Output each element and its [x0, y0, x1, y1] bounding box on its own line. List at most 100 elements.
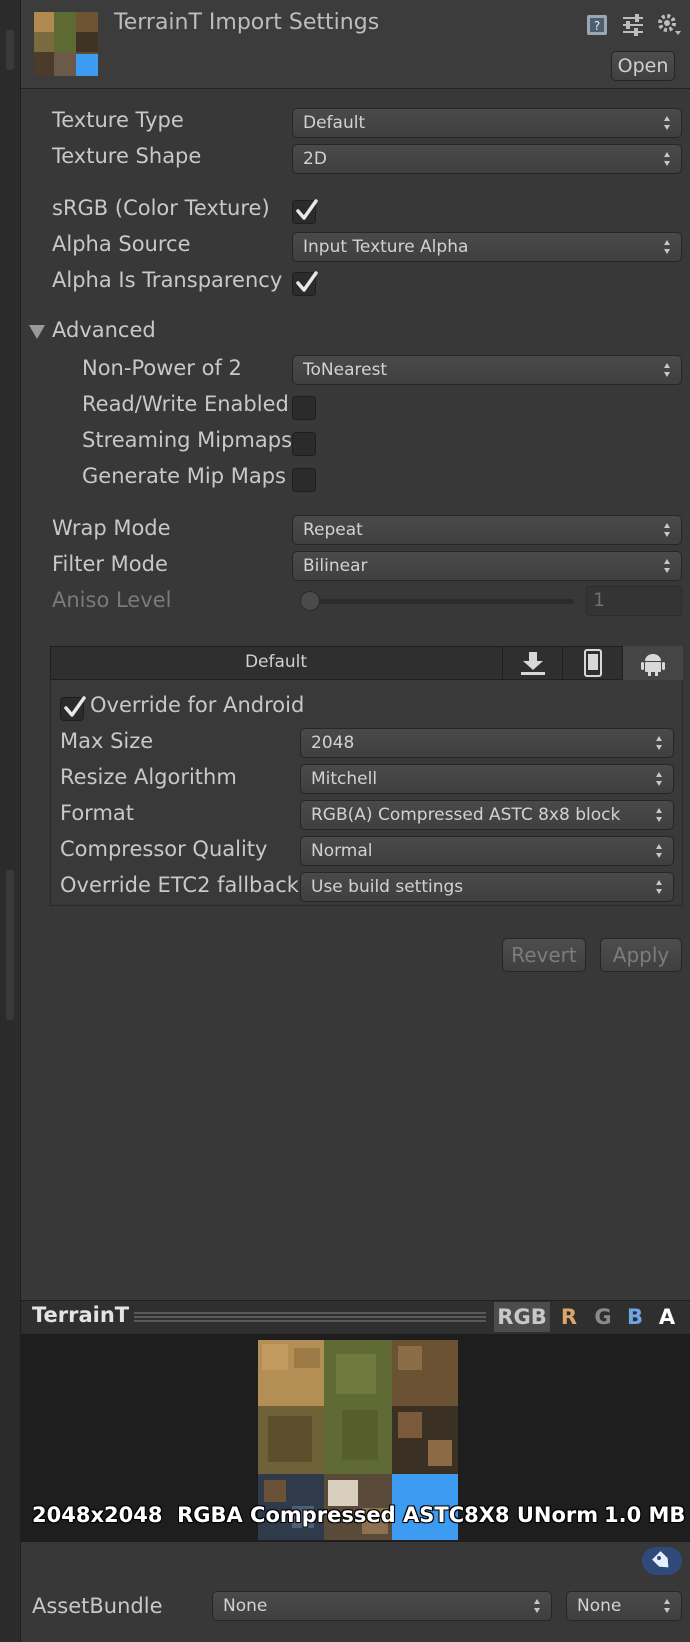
label-tag-icon[interactable] [642, 1547, 682, 1575]
updown-arrow-icon [656, 808, 662, 822]
wrap-mode-value: Repeat [303, 520, 363, 540]
override-etc2-dropdown[interactable]: Use build settings [300, 872, 674, 902]
aniso-level-slider-track[interactable] [300, 599, 574, 604]
updown-arrow-icon [664, 152, 670, 166]
format-label: Format [60, 801, 135, 825]
updown-arrow-icon [664, 559, 670, 573]
max-size-dropdown[interactable]: 2048 [300, 728, 674, 758]
texture-info: 2048x2048 RGBA Compressed ASTC8X8 UNorm [32, 1503, 598, 1527]
override-android-checkbox[interactable] [60, 696, 86, 721]
download-icon [521, 652, 545, 675]
wrap-mode-dropdown[interactable]: Repeat [292, 515, 682, 545]
non-power-of-2-value: ToNearest [303, 360, 388, 380]
wrap-mode-label: Wrap Mode [52, 516, 171, 540]
texture-format-info: RGBA Compressed ASTC8X8 UNorm [177, 1503, 599, 1527]
checkmark-icon [64, 696, 86, 717]
override-etc2-value: Use build settings [311, 877, 464, 897]
read-write-label: Read/Write Enabled [82, 392, 289, 416]
tab-android[interactable] [622, 646, 683, 680]
channel-b-button[interactable]: B [620, 1302, 650, 1332]
max-size-value: 2048 [311, 733, 355, 753]
non-power-of-2-label: Non-Power of 2 [82, 356, 242, 380]
updown-arrow-icon [664, 116, 670, 130]
scroll-grip [6, 30, 14, 70]
streaming-mipmaps-checkbox[interactable] [292, 432, 316, 456]
texture-shape-label: Texture Shape [52, 144, 202, 168]
compressor-quality-value: Normal [311, 841, 373, 861]
inspector-title: TerrainT Import Settings [114, 10, 380, 35]
max-size-label: Max Size [60, 729, 154, 753]
compressor-quality-label: Compressor Quality [60, 837, 268, 861]
filter-mode-label: Filter Mode [52, 552, 168, 576]
channel-a-button[interactable]: A [652, 1302, 682, 1332]
checkmark-icon [296, 271, 318, 292]
srgb-label: sRGB (Color Texture) [52, 196, 270, 220]
aniso-level-slider-thumb[interactable] [300, 591, 320, 611]
updown-arrow-icon [664, 363, 670, 377]
override-android-label: Override for Android [90, 693, 305, 717]
revert-button[interactable]: Revert [502, 938, 586, 972]
android-icon [641, 654, 665, 676]
drag-handle[interactable] [134, 1311, 486, 1323]
override-etc2-label: Override ETC2 fallback [60, 873, 299, 897]
tab-ios[interactable] [562, 646, 622, 680]
alpha-source-dropdown[interactable]: Input Texture Alpha [292, 232, 682, 262]
assetbundle-variant-value: None [577, 1596, 622, 1616]
scroll-grip [6, 870, 14, 1020]
updown-arrow-icon [534, 1599, 540, 1613]
help-book-icon[interactable]: ? [584, 12, 610, 38]
left-panel-edge [0, 0, 21, 1642]
texture-type-value: Default [303, 113, 366, 133]
filter-mode-value: Bilinear [303, 556, 368, 576]
texture-dimensions: 2048x2048 [32, 1503, 163, 1527]
apply-button[interactable]: Apply [600, 938, 682, 972]
updown-arrow-icon [656, 736, 662, 750]
gear-icon[interactable] [656, 12, 682, 38]
resize-algorithm-label: Resize Algorithm [60, 765, 237, 789]
resize-algorithm-dropdown[interactable]: Mitchell [300, 764, 674, 794]
srgb-checkbox[interactable] [292, 199, 318, 224]
checkmark-icon [296, 199, 318, 220]
compressor-quality-dropdown[interactable]: Normal [300, 836, 674, 866]
texture-shape-dropdown[interactable]: 2D [292, 144, 682, 174]
assetbundle-name-value: None [223, 1596, 268, 1616]
non-power-of-2-dropdown[interactable]: ToNearest [292, 355, 682, 385]
preview-title: TerrainT [32, 1303, 130, 1327]
updown-arrow-icon [656, 772, 662, 786]
alpha-is-transparency-checkbox[interactable] [292, 271, 318, 296]
alpha-source-label: Alpha Source [52, 232, 191, 256]
assetbundle-variant-dropdown[interactable]: None [566, 1591, 682, 1621]
read-write-checkbox[interactable] [292, 396, 316, 420]
aniso-level-field[interactable]: 1 [586, 586, 682, 616]
updown-arrow-icon [664, 1599, 670, 1613]
updown-arrow-icon [656, 844, 662, 858]
alpha-source-value: Input Texture Alpha [303, 237, 469, 257]
texture-type-dropdown[interactable]: Default [292, 108, 682, 138]
svg-text:?: ? [594, 19, 600, 33]
filter-mode-dropdown[interactable]: Bilinear [292, 551, 682, 581]
resize-algorithm-value: Mitchell [311, 769, 378, 789]
tab-standalone[interactable] [502, 646, 562, 680]
channel-g-button[interactable]: G [588, 1302, 618, 1332]
tab-default[interactable]: Default [50, 646, 502, 680]
advanced-foldout-label[interactable]: Advanced [52, 318, 156, 342]
foldout-arrow-icon[interactable] [28, 324, 46, 340]
sliders-icon[interactable] [620, 12, 646, 38]
format-dropdown[interactable]: RGB(A) Compressed ASTC 8x8 block [300, 800, 674, 830]
texture-shape-value: 2D [303, 149, 327, 169]
updown-arrow-icon [664, 240, 670, 254]
open-button[interactable]: Open [611, 51, 675, 81]
channel-r-button[interactable]: R [554, 1302, 584, 1332]
channel-rgb-button[interactable]: RGB [494, 1302, 550, 1332]
texture-type-label: Texture Type [52, 108, 184, 132]
texture-thumbnail [34, 12, 98, 76]
generate-mipmaps-label: Generate Mip Maps [82, 464, 286, 488]
aniso-level-label: Aniso Level [52, 588, 172, 612]
alpha-is-transparency-label: Alpha Is Transparency [52, 268, 283, 292]
assetbundle-label: AssetBundle [32, 1594, 163, 1618]
generate-mipmaps-checkbox[interactable] [292, 468, 316, 492]
updown-arrow-icon [656, 880, 662, 894]
streaming-mipmaps-label: Streaming Mipmaps [82, 428, 293, 452]
updown-arrow-icon [664, 523, 670, 537]
assetbundle-name-dropdown[interactable]: None [212, 1591, 552, 1621]
